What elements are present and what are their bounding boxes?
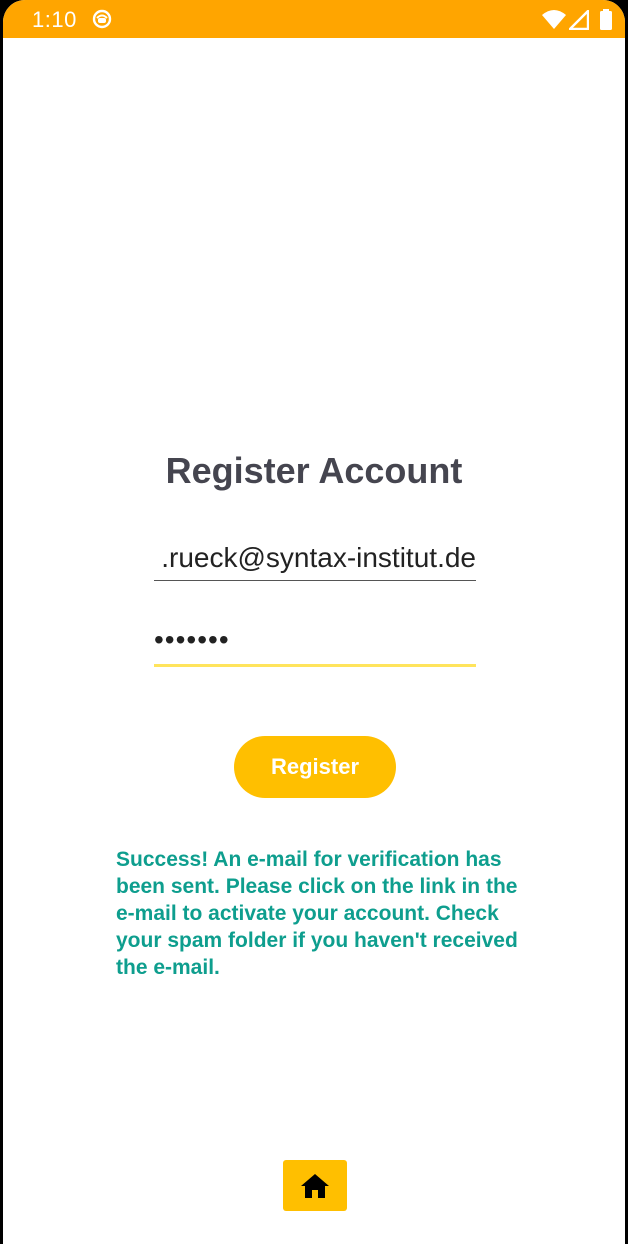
page-title: Register Account <box>165 450 463 491</box>
battery-icon <box>600 9 612 30</box>
home-button[interactable] <box>283 1160 347 1211</box>
register-button-label: Register <box>270 754 360 779</box>
email-field[interactable]: .rueck@syntax-institut.de <box>154 539 476 581</box>
success-message: Success! An e-mail for verification has … <box>116 848 518 979</box>
status-bar: 1:10 <box>3 0 625 38</box>
cellular-signal-icon <box>569 10 589 30</box>
app-window: 1:10 Register Account .rueck@syntax-inst… <box>3 0 625 1244</box>
status-time: 1:10 <box>32 7 77 32</box>
email-field-value: .rueck@syntax-institut.de <box>161 542 476 573</box>
password-field-value: ••••••• <box>154 624 230 655</box>
screen: 1:10 Register Account .rueck@syntax-inst… <box>0 0 628 1244</box>
notification-app-icon <box>92 9 112 29</box>
password-field[interactable]: ••••••• <box>154 622 476 667</box>
register-button[interactable]: Register <box>234 736 396 798</box>
home-icon <box>301 1173 329 1198</box>
wifi-icon <box>542 10 566 29</box>
